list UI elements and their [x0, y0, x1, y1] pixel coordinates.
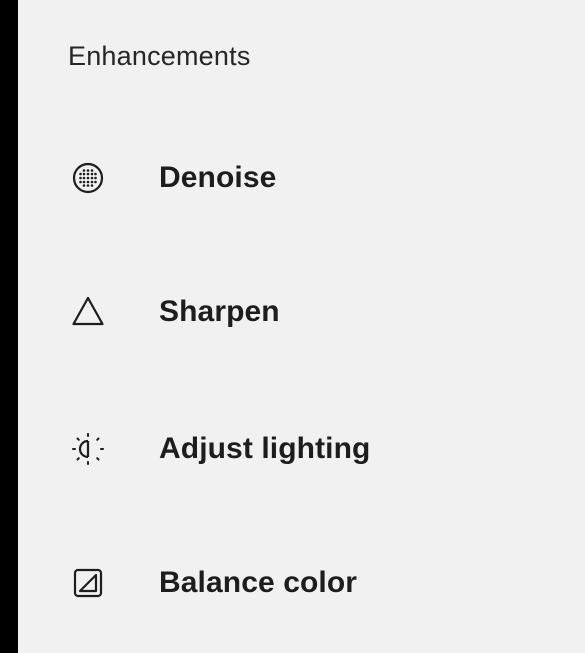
- balance-color-label: Balance color: [159, 566, 358, 599]
- denoise-icon: [66, 156, 110, 200]
- denoise-label: Denoise: [159, 161, 277, 194]
- enhancements-panel: Enhancements Denoise Sharpen Adjust ligh…: [18, 0, 585, 653]
- balance-color-icon: [66, 561, 110, 605]
- section-title: Enhancements: [68, 41, 251, 71]
- menu-item-balance-color[interactable]: Balance color: [18, 543, 585, 623]
- lighting-icon: [66, 427, 110, 471]
- sharpen-label: Sharpen: [159, 295, 280, 328]
- menu-item-adjust-lighting[interactable]: Adjust lighting: [18, 409, 585, 489]
- triangle-icon: [66, 290, 110, 334]
- adjust-lighting-label: Adjust lighting: [159, 432, 371, 465]
- menu-item-sharpen[interactable]: Sharpen: [18, 272, 585, 352]
- menu-item-denoise[interactable]: Denoise: [18, 138, 585, 218]
